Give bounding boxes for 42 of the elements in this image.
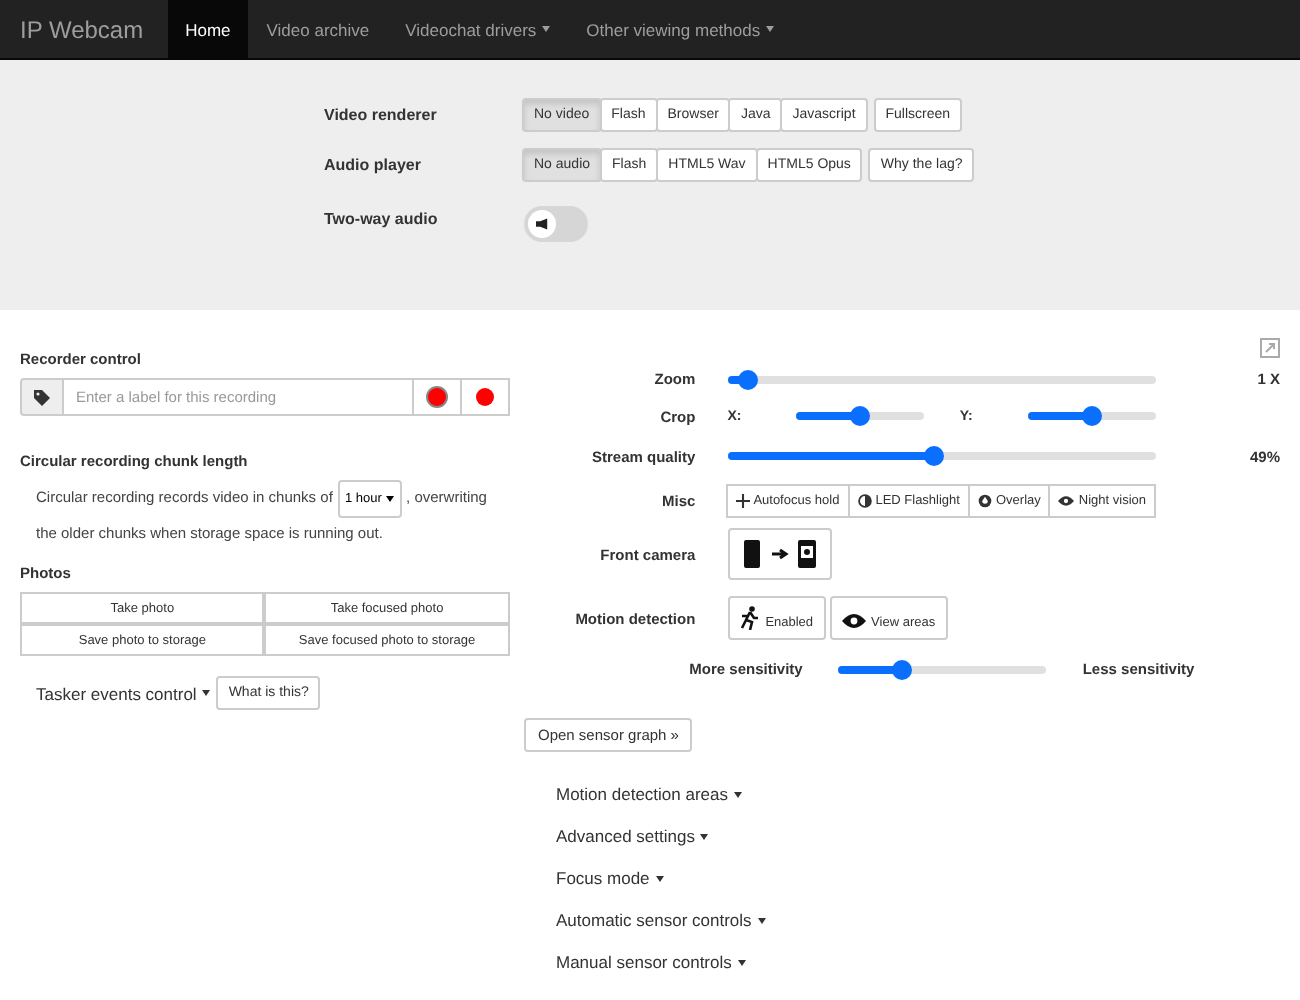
caret-icon	[757, 917, 766, 923]
drop-icon	[977, 493, 992, 507]
caret-icon	[737, 959, 746, 965]
crosshair-icon	[735, 493, 750, 507]
expand-icon	[1260, 338, 1280, 358]
camera-switch-button[interactable]	[727, 528, 832, 580]
eye-icon	[1058, 493, 1075, 507]
slider-thumb[interactable]	[1081, 406, 1102, 426]
caret-icon	[655, 875, 664, 881]
section-dropdown[interactable]: Focus mode	[556, 866, 664, 890]
phone-switch-icon	[739, 538, 820, 570]
record-dot-icon	[427, 388, 446, 406]
running-person-icon	[739, 606, 760, 630]
section-dropdown[interactable]: Manual sensor controls	[556, 950, 746, 974]
nav-link[interactable]: Video archive	[248, 0, 388, 58]
tag-icon	[34, 389, 50, 405]
setting-label: Audio player	[324, 155, 423, 173]
caret-icon	[700, 833, 709, 839]
megaphone-icon	[535, 218, 549, 230]
section-dropdown[interactable]: Advanced settings	[556, 824, 709, 848]
nav-link[interactable]: Videochat drivers	[387, 0, 569, 58]
record-button[interactable]	[461, 378, 510, 416]
slider-thumb[interactable]	[738, 369, 759, 389]
record-dot-icon	[475, 388, 494, 406]
nav-link[interactable]: Home	[167, 0, 249, 58]
setting-label: Two-way audio	[324, 210, 440, 228]
slider-thumb[interactable]	[891, 659, 912, 679]
tasker-dropdown[interactable]: Tasker events control	[36, 683, 211, 703]
record-button[interactable]	[413, 378, 462, 416]
slider-thumb[interactable]	[849, 406, 870, 426]
setting-label: Video renderer	[324, 105, 439, 123]
toggle-switch[interactable]	[524, 206, 588, 242]
nav-link[interactable]: Other viewing methods	[568, 0, 793, 58]
caret-icon	[202, 690, 211, 696]
section-dropdown[interactable]: Motion detection areas	[556, 782, 742, 806]
caret-icon	[734, 791, 742, 797]
slider-thumb[interactable]	[923, 446, 944, 466]
eye-icon	[841, 612, 866, 630]
section-dropdown[interactable]: Automatic sensor controls	[556, 908, 766, 932]
caret-icon	[385, 496, 394, 502]
half-circle-icon	[857, 493, 872, 507]
brand-title: IP Webcam	[18, 13, 146, 47]
